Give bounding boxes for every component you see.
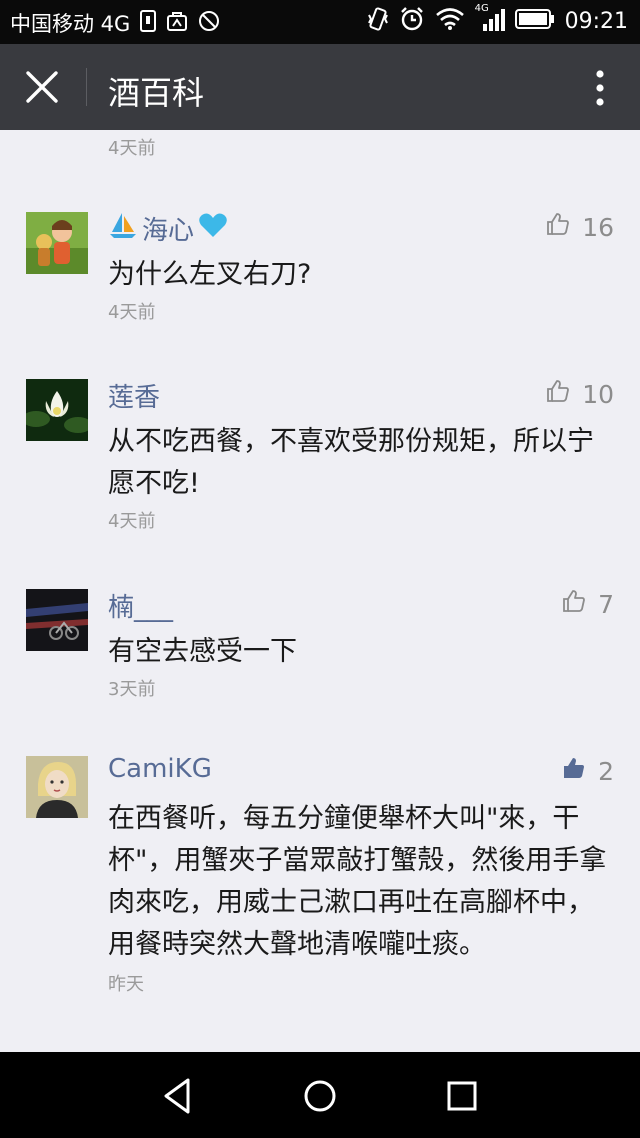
comment-text: 从不吃西餐，不喜欢受那份规矩，所以宁愿不吃! <box>108 426 594 499</box>
like-button[interactable]: 16 <box>546 212 614 242</box>
heart-icon <box>198 211 228 246</box>
comment-list[interactable]: 4天前 海心 16 为什么左叉右刀? 4天前 莲香 10 从不吃西餐，不喜欢受那… <box>0 130 640 1052</box>
thumbs-up-icon <box>562 589 586 619</box>
status-right: 4G 09:21 <box>367 3 628 36</box>
comment-time: 4天前 <box>108 511 156 532</box>
like-count: 10 <box>582 379 614 409</box>
comment-time: 4天前 <box>108 138 156 159</box>
username[interactable]: CamiKG <box>108 754 212 784</box>
username-row: 莲香 <box>108 377 160 414</box>
title-bar: 酒百科 <box>0 44 640 130</box>
username-row: CamiKG <box>108 754 212 784</box>
wifi-icon <box>435 7 465 35</box>
avatar[interactable] <box>26 756 88 818</box>
nav-recent-button[interactable] <box>440 1074 484 1118</box>
comment-time: 4天前 <box>108 302 156 323</box>
alarm-icon <box>399 6 425 36</box>
sailboat-icon <box>108 210 138 247</box>
sim-icon <box>140 10 157 36</box>
nav-back-button[interactable] <box>156 1074 200 1118</box>
comment-text: 在西餐听，每五分鐘便舉杯大叫"來，干杯"，用蟹夾子當眾敲打蟹殼，然後用手拿肉來吃… <box>108 803 607 960</box>
like-count: 7 <box>598 589 614 619</box>
blocked-icon <box>198 10 220 36</box>
like-button[interactable]: 7 <box>562 589 614 619</box>
more-vertical-icon <box>596 70 604 106</box>
title-divider <box>86 68 87 106</box>
like-button[interactable]: 2 <box>562 756 614 786</box>
clock-label: 09:21 <box>564 8 628 34</box>
avatar[interactable] <box>26 589 88 651</box>
like-count: 2 <box>598 756 614 786</box>
like-button[interactable]: 10 <box>546 379 614 409</box>
status-left: 中国移动 4G <box>10 8 220 38</box>
square-recent-icon <box>447 1081 477 1111</box>
more-button[interactable] <box>590 66 610 110</box>
thumbs-up-icon <box>562 756 586 786</box>
username-row: 海心 <box>108 210 228 247</box>
circle-home-icon <box>304 1080 336 1112</box>
network-badge: 4G <box>474 3 489 14</box>
avatar[interactable] <box>26 212 88 274</box>
username[interactable]: 楠___ <box>108 587 173 624</box>
triangle-back-icon <box>164 1078 190 1114</box>
battery-icon <box>514 8 555 34</box>
thumbs-up-icon <box>546 379 570 409</box>
comment-time: 3天前 <box>108 679 156 700</box>
comment-time: 昨天 <box>108 974 144 995</box>
signal-icon: 4G <box>474 3 505 36</box>
username[interactable]: 莲香 <box>108 377 160 414</box>
avatar[interactable] <box>26 379 88 441</box>
nav-home-button[interactable] <box>298 1074 342 1118</box>
status-bar: 中国移动 4G 4G 09:21 <box>0 0 640 44</box>
close-icon <box>26 71 58 103</box>
close-button[interactable] <box>20 65 64 109</box>
like-count: 16 <box>582 212 614 242</box>
thumbs-up-icon <box>546 212 570 242</box>
username[interactable]: 海心 <box>142 210 194 247</box>
bag-icon <box>166 10 188 36</box>
carrier-label: 中国移动 4G <box>10 12 131 36</box>
comment-text: 为什么左叉右刀? <box>108 259 312 290</box>
page-title: 酒百科 <box>108 74 205 112</box>
username-row: 楠___ <box>108 587 173 624</box>
vibrate-icon <box>367 6 389 36</box>
comment-text: 有空去感受一下 <box>108 636 297 667</box>
system-nav-bar <box>0 1052 640 1138</box>
